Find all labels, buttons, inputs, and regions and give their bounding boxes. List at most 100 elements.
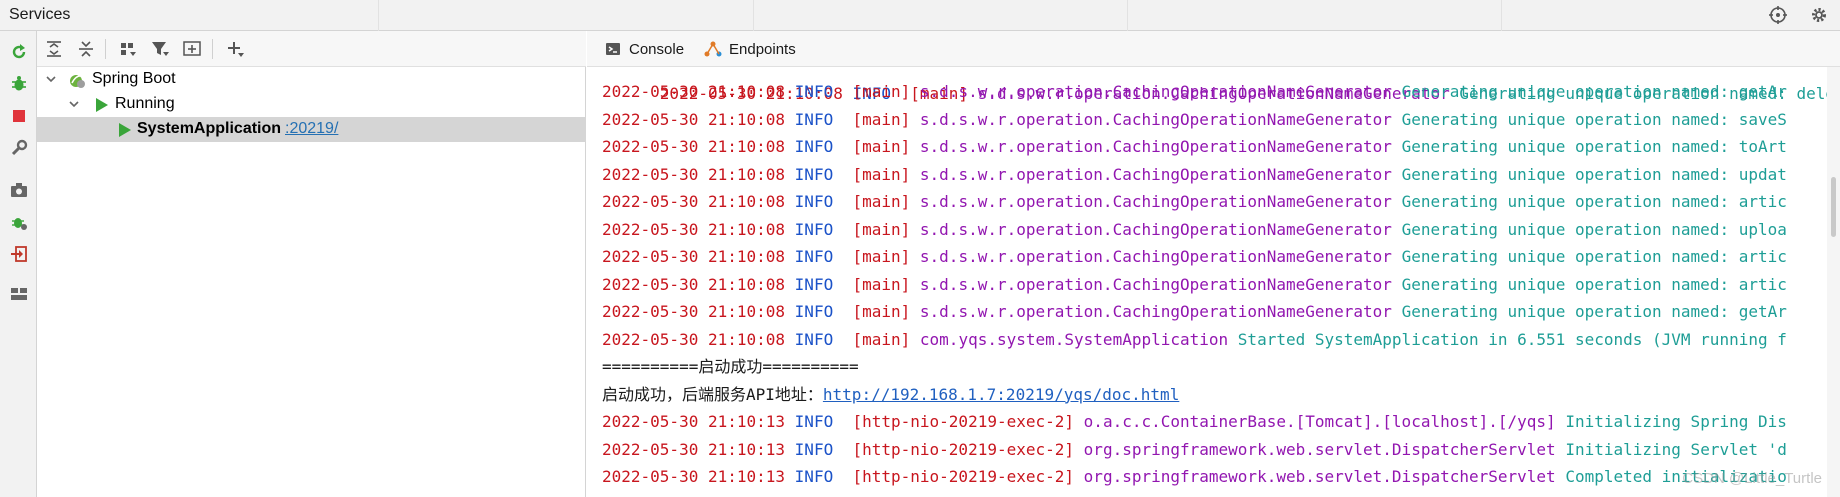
toolbar-divider bbox=[212, 39, 213, 59]
stop-icon[interactable] bbox=[8, 105, 29, 126]
log-level: INFO bbox=[794, 439, 834, 459]
log-timestamp: 2022-05-30 21:10:08 bbox=[602, 302, 786, 321]
log-line: 2022-05-30 21:10:13 INFO [http-nio-20219… bbox=[602, 463, 1787, 490]
title-bar: Services bbox=[0, 0, 1840, 31]
log-logger: s.d.s.w.r.operation.CachingOperationName… bbox=[919, 274, 1392, 294]
title-divider bbox=[1127, 0, 1128, 31]
log-timestamp: 2022-05-30 21:10:08 bbox=[602, 137, 786, 156]
log-message: Generating unique operation named: toArt bbox=[1401, 137, 1787, 156]
endpoints-icon bbox=[704, 40, 722, 58]
log-message: Generating unique operation named: updat bbox=[1401, 164, 1787, 184]
log-thread: [main] bbox=[852, 137, 911, 156]
tab-console[interactable]: Console bbox=[604, 31, 684, 67]
tab-endpoints[interactable]: Endpoints bbox=[704, 31, 796, 67]
log-thread: [http-nio-20219-exec-2] bbox=[852, 439, 1075, 459]
log-timestamp: 2022-05-30 21:10:08 bbox=[602, 82, 786, 101]
log-logger: s.d.s.w.r.operation.CachingOperationName… bbox=[919, 302, 1392, 321]
log-line: 2022-05-30 21:10:08 INFO [main] s.d.s.w.… bbox=[602, 78, 1787, 105]
tree-node-label: SystemApplication bbox=[137, 120, 282, 137]
log-timestamp: 2022-05-30 21:10:13 bbox=[602, 439, 786, 459]
filter-icon[interactable] bbox=[149, 38, 171, 60]
rerun-icon[interactable] bbox=[8, 41, 29, 62]
log-level: INFO bbox=[794, 192, 834, 211]
log-line: 2022-05-30 21:10:08 INFO [main] s.d.s.w.… bbox=[602, 133, 1787, 160]
log-message: Generating unique operation named: artic bbox=[1401, 192, 1787, 211]
services-tree-panel: Spring Boot Running SystemApplication :2… bbox=[37, 31, 586, 497]
log-thread: [main] bbox=[852, 219, 911, 239]
log-logger: s.d.s.w.r.operation.CachingOperationName… bbox=[919, 164, 1392, 184]
log-thread: [main] bbox=[852, 82, 911, 101]
log-line: 2022-05-30 21:10:08 INFO [main] s.d.s.w.… bbox=[602, 188, 1787, 215]
log-thread: [main] bbox=[852, 164, 911, 184]
tree-node-spring-boot[interactable]: Spring Boot bbox=[37, 67, 586, 92]
log-thread: [main] bbox=[852, 329, 911, 349]
log-level: INFO bbox=[794, 164, 834, 184]
log-line: 2022-05-30 21:10:08 INFO [main] s.d.s.w.… bbox=[602, 271, 1787, 298]
console-scrollbar[interactable] bbox=[1827, 67, 1840, 497]
log-level: INFO bbox=[794, 137, 834, 156]
log-logger: s.d.s.w.r.operation.CachingOperationName… bbox=[919, 247, 1392, 266]
log-level: INFO bbox=[794, 467, 834, 486]
new-service-icon[interactable] bbox=[181, 38, 203, 60]
chevron-down-icon[interactable] bbox=[45, 73, 57, 85]
port-link[interactable]: :20219/ bbox=[285, 120, 338, 138]
log-timestamp: 2022-05-30 21:10:08 bbox=[602, 329, 786, 349]
console-tabs: Console Endpoints bbox=[587, 31, 1840, 67]
scrollbar-thumb[interactable] bbox=[1831, 177, 1836, 237]
login-icon[interactable] bbox=[8, 243, 29, 264]
log-line: 2022-05-30 21:10:08 INFO [main] s.d.s.w.… bbox=[602, 216, 1787, 243]
wrench-icon[interactable] bbox=[8, 137, 29, 158]
log-logger: org.springframework.web.servlet.Dispatch… bbox=[1083, 439, 1556, 459]
log-timestamp: 2022-05-30 21:10:13 bbox=[602, 412, 786, 431]
log-logger: com.yqs.system.SystemApplication bbox=[919, 329, 1229, 349]
log-logger: s.d.s.w.r.operation.CachingOperationName… bbox=[919, 192, 1392, 211]
chevron-down-icon[interactable] bbox=[68, 98, 80, 110]
spring-boot-icon bbox=[70, 75, 85, 88]
log-message: Generating unique operation named: artic bbox=[1401, 247, 1787, 266]
log-logger: s.d.s.w.r.operation.CachingOperationName… bbox=[919, 137, 1392, 156]
log-thread: [main] bbox=[852, 302, 911, 321]
log-message: Generating unique operation named: uploa bbox=[1401, 219, 1787, 239]
watermark: CSDN @Little_Turtle bbox=[1682, 470, 1822, 487]
debug-settings-icon[interactable] bbox=[8, 211, 29, 232]
tree-toolbar bbox=[37, 31, 586, 67]
log-timestamp: 2022-05-30 21:10:08 bbox=[602, 109, 786, 129]
debug-icon[interactable] bbox=[8, 73, 29, 94]
window-title: Services bbox=[9, 6, 71, 23]
layout-icon[interactable] bbox=[8, 283, 29, 304]
console-output[interactable]: 2022-05-30 21:10:08 INFO [main] s.d.s.w.… bbox=[587, 67, 1827, 497]
collapse-all-icon[interactable] bbox=[75, 38, 97, 60]
api-address-line: 启动成功，后端服务API地址：http://192.168.1.7:20219/… bbox=[602, 381, 1179, 408]
tool-strip bbox=[0, 31, 37, 497]
log-line: 2022-05-30 21:10:13 INFO [http-nio-20219… bbox=[602, 408, 1787, 435]
log-thread: [http-nio-20219-exec-2] bbox=[852, 467, 1075, 486]
log-timestamp: 2022-05-30 21:10:08 bbox=[602, 247, 786, 266]
log-level: INFO bbox=[794, 412, 834, 431]
log-message: Generating unique operation named: artic bbox=[1401, 274, 1787, 294]
log-timestamp: 2022-05-30 21:10:08 bbox=[602, 274, 786, 294]
api-doc-link[interactable]: http://192.168.1.7:20219/yqs/doc.html bbox=[823, 385, 1179, 404]
log-line: 2022-05-30 21:10:13 INFO [http-nio-20219… bbox=[602, 436, 1787, 463]
title-divider bbox=[1501, 0, 1502, 31]
crosshair-icon[interactable] bbox=[1768, 5, 1788, 25]
log-thread: [main] bbox=[852, 192, 911, 211]
log-message: Generating unique operation named: getAr bbox=[1401, 82, 1787, 101]
log-thread: [main] bbox=[852, 274, 911, 294]
gear-icon[interactable] bbox=[1809, 5, 1829, 25]
tree-node-label: Running bbox=[115, 95, 175, 112]
log-timestamp: 2022-05-30 21:10:08 bbox=[602, 192, 786, 211]
log-logger: s.d.s.w.r.operation.CachingOperationName… bbox=[919, 109, 1392, 129]
run-icon bbox=[96, 98, 108, 112]
toolbar-divider bbox=[105, 39, 106, 59]
group-icon[interactable] bbox=[117, 38, 139, 60]
add-icon[interactable] bbox=[224, 38, 246, 60]
tree-node-system-application[interactable]: SystemApplication :20219/ bbox=[37, 117, 586, 142]
tree-node-label: Spring Boot bbox=[92, 70, 176, 87]
log-level: INFO bbox=[794, 302, 834, 321]
log-thread: [main] bbox=[852, 109, 911, 129]
log-logger: s.d.s.w.r.operation.CachingOperationName… bbox=[919, 82, 1392, 101]
camera-icon[interactable] bbox=[8, 179, 29, 200]
expand-all-icon[interactable] bbox=[43, 38, 65, 60]
log-thread: [http-nio-20219-exec-2] bbox=[852, 412, 1075, 431]
tree-node-running[interactable]: Running bbox=[37, 92, 586, 117]
